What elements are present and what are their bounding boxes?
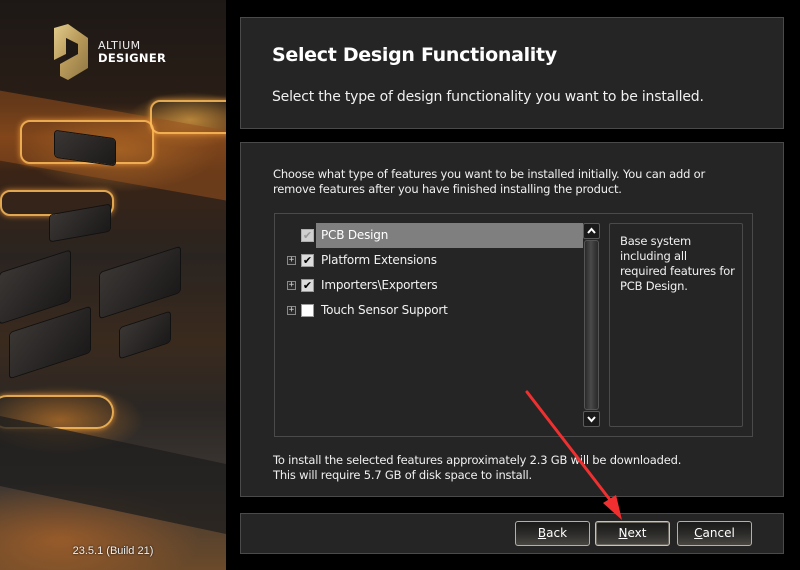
feature-item-touch-sensor-support[interactable]: + Touch Sensor Support — [275, 298, 583, 323]
chevron-up-icon — [587, 227, 596, 234]
back-mnemonic: B — [537, 526, 547, 540]
scroll-up-button[interactable] — [583, 223, 600, 239]
feature-label[interactable]: Importers\Exporters — [316, 273, 583, 298]
download-info: To install the selected features approxi… — [273, 453, 681, 483]
disk-space-text: This will require 5.7 GB of disk space t… — [273, 468, 532, 482]
feature-label[interactable]: PCB Design — [316, 223, 583, 248]
feature-description-box: Base system including all required featu… — [609, 223, 743, 427]
scroll-thumb[interactable] — [584, 240, 599, 410]
back-label: ack — [546, 526, 568, 540]
back-button[interactable]: Back — [515, 521, 590, 546]
feature-checkbox[interactable]: ✔ — [301, 229, 314, 242]
feature-item-pcb-design[interactable]: ✔ PCB Design — [275, 223, 583, 248]
scroll-down-button[interactable] — [583, 411, 600, 427]
expand-icon[interactable]: + — [287, 281, 296, 290]
header-panel: Select Design Functionality Select the t… — [240, 17, 784, 129]
next-button[interactable]: Next — [595, 521, 670, 546]
feature-item-platform-extensions[interactable]: + ✔ Platform Extensions — [275, 248, 583, 273]
logo-line2: DESIGNER — [98, 51, 167, 65]
chevron-down-icon — [587, 416, 596, 423]
cancel-label: ancel — [702, 526, 735, 540]
glowing-trace-decoration — [150, 100, 226, 134]
feature-item-importers-exporters[interactable]: + ✔ Importers\Exporters — [275, 273, 583, 298]
feature-checkbox[interactable]: ✔ — [301, 279, 314, 292]
main-panel: Choose what type of features you want to… — [240, 142, 784, 497]
feature-list-scrollbar[interactable] — [583, 223, 600, 427]
altium-logo: ALTIUM DESIGNER — [52, 24, 166, 80]
feature-checkbox[interactable] — [301, 304, 314, 317]
page-title: Select Design Functionality — [272, 44, 557, 66]
hero-image: ALTIUM DESIGNER 23.5.1 (Build 21) — [0, 0, 226, 570]
intro-text: Choose what type of features you want to… — [273, 167, 705, 196]
next-mnemonic: N — [618, 526, 628, 540]
chip-decoration — [100, 247, 180, 318]
chip-decoration — [0, 250, 70, 324]
cancel-button[interactable]: Cancel — [677, 521, 752, 546]
chip-decoration — [10, 307, 90, 378]
chip-decoration — [120, 311, 170, 359]
version-label: 23.5.1 (Build 21) — [72, 545, 154, 557]
next-label: ext — [627, 526, 647, 540]
page-subtitle: Select the type of design functionality … — [272, 89, 704, 105]
footer-bar: Back Next Cancel — [240, 513, 784, 554]
cancel-mnemonic: C — [694, 526, 703, 540]
chassis-decoration — [0, 415, 226, 535]
feature-tree: ✔ PCB Design + ✔ Platform Extensions + ✔… — [274, 213, 753, 437]
download-size-text: To install the selected features approxi… — [273, 453, 682, 467]
feature-label[interactable]: Platform Extensions — [316, 248, 583, 273]
feature-description: Base system including all required featu… — [620, 234, 735, 293]
feature-list: ✔ PCB Design + ✔ Platform Extensions + ✔… — [275, 223, 583, 323]
feature-label[interactable]: Touch Sensor Support — [316, 298, 583, 323]
feature-checkbox[interactable]: ✔ — [301, 254, 314, 267]
altium-logo-icon — [54, 24, 88, 80]
expand-icon[interactable]: + — [287, 306, 296, 315]
expand-icon[interactable]: + — [287, 256, 296, 265]
